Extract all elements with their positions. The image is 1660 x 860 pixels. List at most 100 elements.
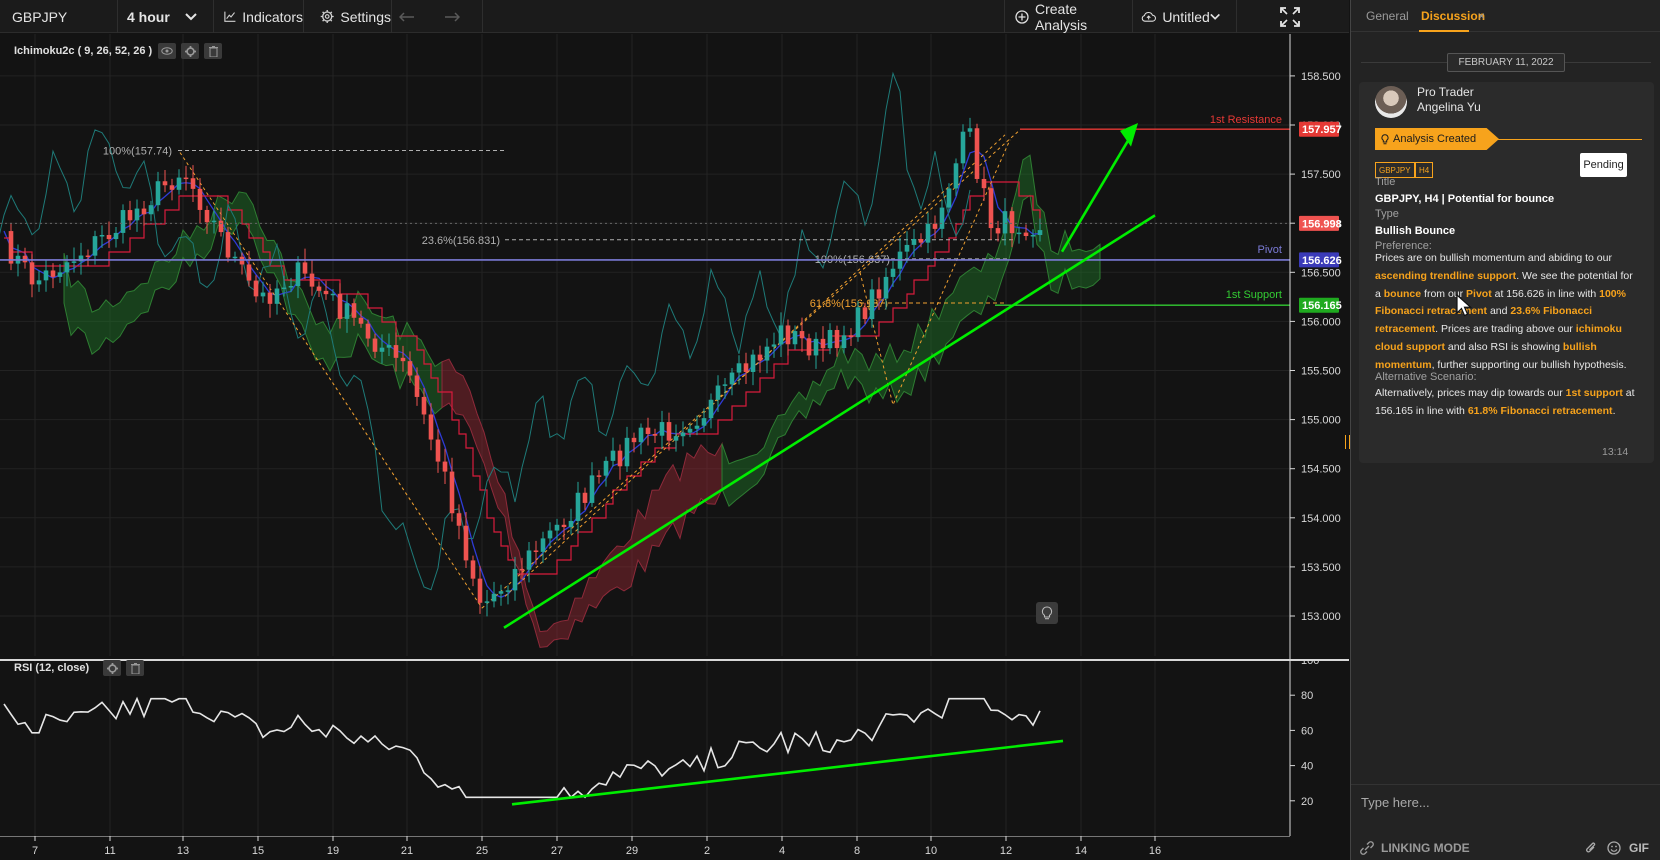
emoji-icon[interactable] <box>1607 841 1621 855</box>
highlight-fib-618[interactable]: 61.8% Fibonacci retracement <box>1468 405 1613 417</box>
interval-selector[interactable]: 4 hour <box>118 0 214 33</box>
bull-candle <box>512 568 518 591</box>
bear-candle <box>834 329 840 349</box>
bear-candle <box>400 357 406 362</box>
bull-candle <box>750 354 756 372</box>
author-role: Pro Trader <box>1417 85 1474 99</box>
bear-candle <box>617 450 623 467</box>
bull-candle <box>379 347 385 352</box>
rsi-tick-label: 40 <box>1301 761 1313 773</box>
bull-candle <box>736 363 742 373</box>
bull-candle <box>295 262 301 287</box>
bull-candle <box>155 181 161 206</box>
bull-candle <box>1002 211 1008 234</box>
bear-candle <box>519 568 525 571</box>
bull-candle <box>827 329 833 349</box>
bear-candle <box>470 560 476 579</box>
time-axis[interactable]: 7 11 13 15 19 21 25 27 29 2 4 8 10 12 14 16 <box>0 836 1349 860</box>
rsi-chart[interactable]: 100 80 60 40 20 <box>0 661 1349 836</box>
avatar[interactable] <box>1375 86 1407 118</box>
bull-candle <box>764 346 770 361</box>
bull-candle <box>624 437 630 467</box>
bull-candle <box>890 268 896 277</box>
rsi-line <box>3 696 1041 799</box>
bear-candle <box>106 234 112 240</box>
fullscreen-button[interactable] <box>1237 0 1349 33</box>
bear-candle <box>225 232 231 258</box>
create-analysis-button[interactable]: Create Analysis <box>1004 0 1133 33</box>
tab-general[interactable]: General <box>1366 9 1409 23</box>
date-tick-label: 15 <box>252 845 264 857</box>
alt-scenario-text: Alternatively, prices may dip towards ou… <box>1375 385 1637 421</box>
settings-button[interactable]: Settings <box>304 0 392 33</box>
bear-candle <box>267 292 273 304</box>
date-tick-label: 13 <box>177 845 189 857</box>
bull-candle <box>855 307 861 338</box>
status-label: Analysis Created <box>1393 133 1477 145</box>
bull-candle <box>792 331 798 345</box>
eye-icon[interactable] <box>158 43 177 59</box>
price-chart[interactable]: 100%(157.74)23.6%(156.831)100%(156.637)6… <box>0 34 1349 660</box>
bear-candle <box>428 414 434 440</box>
date-tick-label: 8 <box>854 845 860 857</box>
bull-candle <box>260 292 266 297</box>
undo-button[interactable] <box>392 0 428 33</box>
gif-button[interactable]: GIF <box>1629 841 1649 855</box>
gear-icon[interactable] <box>103 660 122 676</box>
layout-selector[interactable]: Untitled <box>1133 0 1237 33</box>
bull-candle <box>113 232 119 240</box>
linking-mode-toggle[interactable]: LINKING MODE <box>1359 840 1470 856</box>
date-separator: FEBRUARY 11, 2022 <box>1447 53 1565 72</box>
bear-candle <box>995 228 1001 234</box>
bear-candle <box>981 178 987 189</box>
price-tick-label: 155.000 <box>1301 415 1341 427</box>
price-tick-label: 153.500 <box>1301 562 1341 574</box>
date-tick-label: 10 <box>925 845 937 857</box>
trash-icon[interactable] <box>126 660 145 676</box>
highlight-support[interactable]: 1st support <box>1566 387 1623 399</box>
bull-candle <box>71 261 77 263</box>
price-tick-label: 154.000 <box>1301 513 1341 525</box>
bull-candle <box>904 244 910 252</box>
message-input[interactable] <box>1361 792 1641 812</box>
analysis-message: Pro Trader Angelina Yu Analysis Created … <box>1359 82 1654 463</box>
pending-button[interactable]: Pending <box>1580 153 1627 177</box>
highlight-trendline[interactable]: ascending trendline support <box>1375 270 1516 282</box>
bullish-arrow <box>1060 128 1137 253</box>
fib-label-23-6: 23.6%(156.831) <box>422 235 500 247</box>
lightbulb-icon <box>1381 133 1389 144</box>
close-icon[interactable]: × <box>1478 9 1485 23</box>
bear-candle <box>393 345 399 358</box>
link-icon <box>1360 841 1374 855</box>
price-tag-pivot: 156.626 <box>1302 255 1342 267</box>
bull-candle <box>925 223 931 243</box>
bull-candle <box>505 590 511 592</box>
idea-bulb-icon[interactable] <box>1036 602 1058 624</box>
attach-icon[interactable] <box>1585 841 1597 855</box>
bear-candle <box>862 307 868 320</box>
gear-icon[interactable] <box>181 43 200 59</box>
text-run: Alternatively, prices may dip towards ou… <box>1375 387 1566 399</box>
redo-button[interactable] <box>428 0 483 33</box>
bull-candle <box>722 384 728 386</box>
bull-candle <box>946 188 952 208</box>
bear-candle <box>351 303 357 318</box>
bull-candle <box>1016 232 1022 235</box>
highlight-bounce[interactable]: bounce <box>1384 288 1421 300</box>
bull-candle <box>778 325 784 345</box>
date-tick-label: 25 <box>476 845 488 857</box>
bull-candle <box>547 530 553 539</box>
price-tick-label: 153.000 <box>1301 611 1341 623</box>
indicators-button[interactable]: Indicators <box>214 0 304 33</box>
text-run: and <box>1487 305 1511 318</box>
symbol-selector[interactable]: GBPJPY <box>0 0 118 33</box>
price-tick-label: 155.500 <box>1301 366 1341 378</box>
bear-candle <box>666 422 672 441</box>
tab-discussion[interactable]: Discussion <box>1421 9 1485 23</box>
rsi-series <box>3 696 1041 799</box>
trash-icon[interactable] <box>204 43 223 59</box>
bull-candle <box>134 208 140 221</box>
bull-candle <box>589 475 595 503</box>
redo-icon <box>445 11 460 22</box>
price-tick-label: 158.500 <box>1301 71 1341 83</box>
